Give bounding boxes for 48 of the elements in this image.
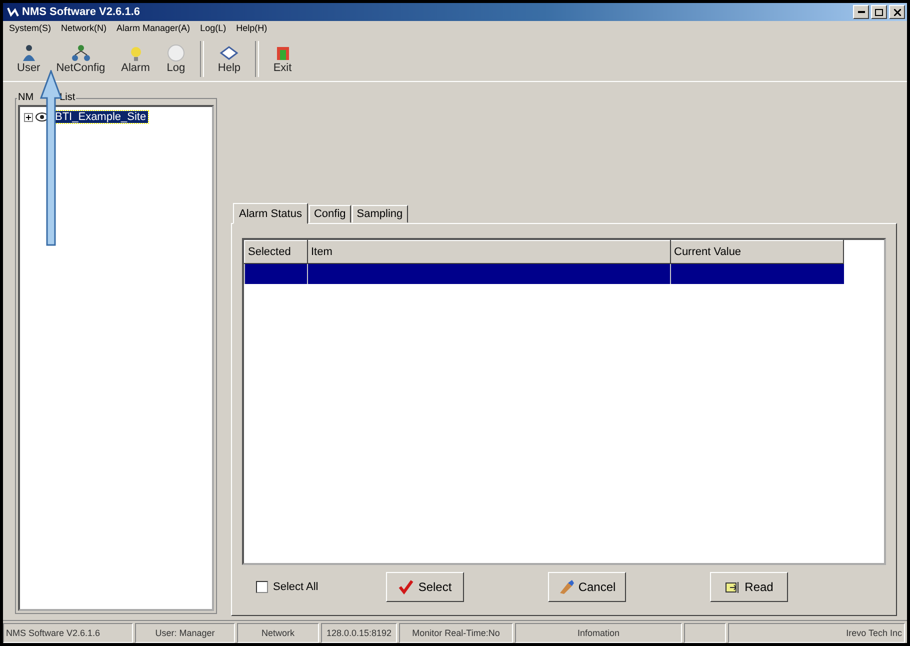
tree-item[interactable]: BTI_Example_Site bbox=[53, 111, 148, 123]
status-cell bbox=[684, 623, 726, 643]
action-button[interactable]: Read bbox=[710, 572, 788, 602]
minimize-button[interactable] bbox=[853, 5, 869, 19]
action-button[interactable]: Cancel bbox=[548, 572, 626, 602]
toolbar-button[interactable]: User bbox=[9, 37, 48, 81]
minimize-icon bbox=[858, 11, 864, 13]
toolbar-button[interactable]: Log bbox=[158, 37, 194, 81]
menu-item[interactable]: Log(L) bbox=[200, 22, 226, 36]
menu-item[interactable]: System(S) bbox=[9, 22, 52, 36]
check-icon bbox=[398, 579, 414, 595]
status-cell: Network bbox=[237, 623, 319, 643]
close-icon bbox=[894, 8, 900, 16]
app-icon bbox=[7, 7, 19, 17]
status-cell: 128.0.0.15:8192 bbox=[321, 623, 397, 643]
tab[interactable]: Alarm Status bbox=[233, 203, 308, 224]
checkbox[interactable] bbox=[256, 581, 268, 593]
status-cell: User: Manager bbox=[135, 623, 235, 643]
column-header[interactable]: Item bbox=[308, 240, 670, 264]
toolbar-button[interactable]: NetConfig bbox=[48, 37, 114, 81]
maximize-icon bbox=[875, 8, 883, 16]
menu-item[interactable]: Network(N) bbox=[61, 22, 107, 36]
menu-item[interactable]: Help(H) bbox=[236, 22, 268, 36]
action-button[interactable]: Select bbox=[386, 572, 464, 602]
log-icon bbox=[166, 44, 186, 62]
toolbar-button[interactable]: Alarm bbox=[113, 37, 158, 81]
book-icon bbox=[219, 44, 240, 62]
status-cell: Irevo Tech Inc bbox=[728, 623, 905, 643]
status-cell: Monitor Real-Time:No bbox=[399, 623, 513, 643]
maximize-button[interactable] bbox=[871, 5, 887, 19]
eye-icon bbox=[35, 112, 49, 122]
eraser-icon bbox=[558, 579, 574, 595]
menu-item[interactable]: Alarm Manager(A) bbox=[116, 22, 190, 36]
panel-title: NM bbox=[18, 92, 34, 103]
column-header[interactable]: Current Value bbox=[670, 240, 844, 264]
status-cell: NMS Software V2.6.1.6 bbox=[3, 623, 133, 643]
tab[interactable]: Config bbox=[308, 205, 351, 223]
column-header[interactable]: Selected bbox=[244, 240, 308, 264]
status-cell: Infomation bbox=[515, 623, 682, 643]
network-icon bbox=[70, 44, 91, 62]
window-title: NMS Software V2.6.1.6 bbox=[22, 6, 141, 18]
toolbar-button[interactable]: Help bbox=[210, 37, 249, 81]
read-icon bbox=[724, 579, 741, 595]
expand-icon[interactable] bbox=[24, 112, 33, 122]
checkbox-label: Select All bbox=[273, 581, 318, 593]
toolbar-button[interactable]: Exit bbox=[264, 37, 301, 81]
tab[interactable]: Sampling bbox=[352, 205, 408, 223]
close-button[interactable] bbox=[889, 5, 905, 19]
